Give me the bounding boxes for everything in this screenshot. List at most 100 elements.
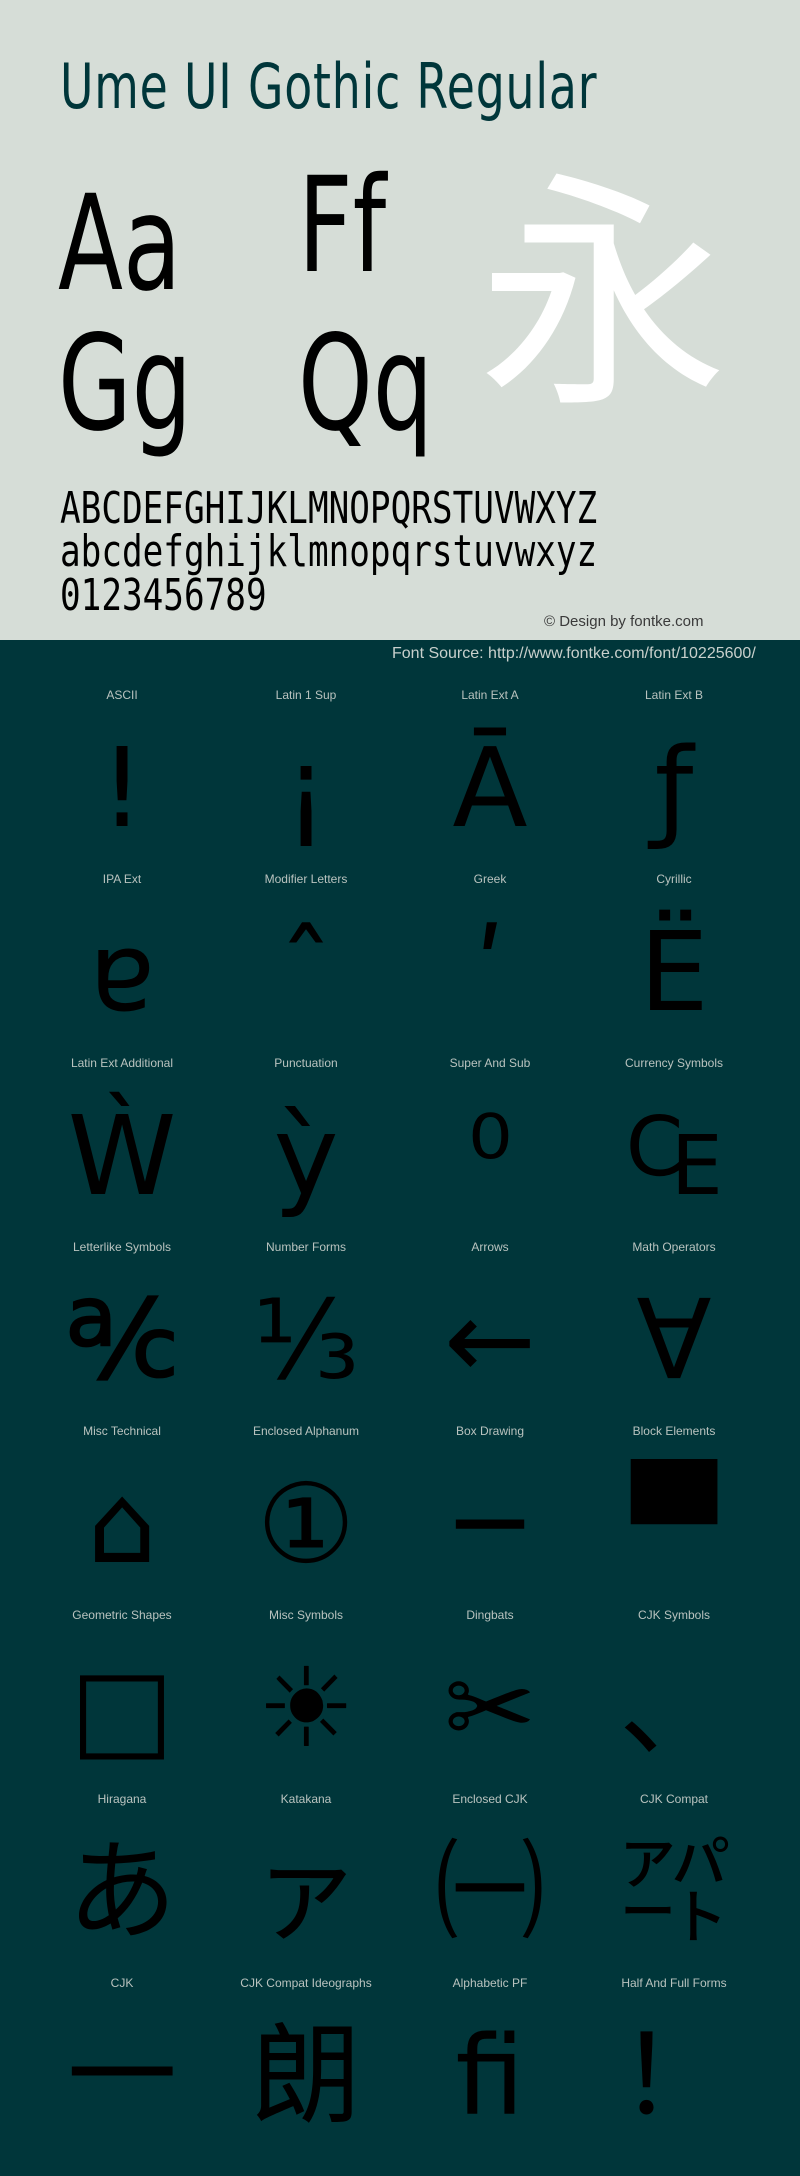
block-label: Misc Technical — [83, 1424, 161, 1438]
digits: 0123456789 — [60, 570, 267, 621]
font-title: Ume UI Gothic Regular — [60, 50, 598, 123]
block-label: CJK Symbols — [637, 1608, 711, 1622]
block-label: Latin Ext Additional — [70, 1056, 174, 1070]
block-label: CJK Compat — [639, 1792, 709, 1806]
unicode-block-cell: Box Drawing ─ — [398, 1420, 582, 1604]
unicode-block-cell: Half And Full Forms ！ — [582, 1972, 766, 2156]
block-sample-glyph: ﬁ — [455, 2012, 525, 2140]
unicode-block-cell: Letterlike Symbols ℀ — [30, 1236, 214, 1420]
unicode-block-grid: ASCII! Latin 1 Sup ¡ Latin Ext A Ā Latin Ext … — [30, 684, 766, 2156]
block-label: CJK Compat Ideographs — [240, 1976, 372, 1990]
block-sample-glyph: 、 — [619, 1644, 729, 1772]
block-sample-glyph: ！ — [619, 2012, 729, 2140]
block-sample-glyph: Ё — [639, 908, 709, 1036]
block-sample-glyph: ㈠ — [435, 1828, 545, 1956]
block-label: Latin 1 Sup — [275, 688, 337, 702]
unicode-block-cell: Block Elements ▀ — [582, 1420, 766, 1604]
block-sample-glyph: ỳ — [273, 1092, 339, 1220]
unicode-block-cell: Cyrillic Ё — [582, 868, 766, 1052]
block-sample-glyph: ƒ — [654, 724, 694, 852]
block-sample-glyph: ¡ — [283, 724, 329, 852]
block-label: Dingbats — [466, 1608, 514, 1622]
unicode-block-cell: Katakana ァ — [214, 1788, 398, 1972]
lowercase-alphabet: abcdefghijklmnopqrstuvwxyz — [60, 526, 598, 577]
block-sample-glyph: ✂ — [443, 1644, 537, 1772]
block-sample-glyph: ─ — [456, 1460, 524, 1588]
unicode-block-cell: Number Forms ⅓ — [214, 1236, 398, 1420]
unicode-block-cell: Enclosed CJK ㈠ — [398, 1788, 582, 1972]
block-label: Modifier Letters — [264, 872, 348, 886]
block-label: Currency Symbols — [624, 1056, 724, 1070]
block-sample-glyph: ℀ — [65, 1276, 179, 1404]
block-label: Enclosed Alphanum — [252, 1424, 360, 1438]
block-label: Katakana — [280, 1792, 332, 1806]
block-label: Half And Full Forms — [621, 1976, 727, 1990]
unicode-block-cell: CJK 一 — [30, 1972, 214, 2156]
block-sample-glyph: ▀ — [631, 1460, 717, 1588]
unicode-block-cell: Misc Technical ⌂ — [30, 1420, 214, 1604]
block-sample-glyph: ɐ — [88, 908, 155, 1036]
unicode-block-cell: Currency Symbols ₠ — [582, 1052, 766, 1236]
specimen-header: Ume UI Gothic Regular Aa Ff Gg Qq 永 ABCD… — [0, 0, 800, 640]
block-sample-glyph: ₠ — [625, 1092, 723, 1220]
block-label: Letterlike Symbols — [72, 1240, 172, 1254]
block-sample-glyph: ∀ — [636, 1276, 712, 1404]
unicode-block-cell: Super And Sub ⁰ — [398, 1052, 582, 1236]
block-label: Latin Ext B — [644, 688, 704, 702]
specimen-pair-aa: Aa — [58, 167, 182, 321]
block-sample-glyph: あ — [67, 1828, 177, 1956]
unicode-block-cell: Alphabetic PF ﬁ — [398, 1972, 582, 2156]
unicode-block-cell: Dingbats ✂ — [398, 1604, 582, 1788]
block-sample-glyph: ⅓ — [252, 1276, 360, 1404]
block-sample-glyph: ☀ — [256, 1644, 356, 1772]
block-sample-glyph: 一 — [67, 2012, 177, 2140]
unicode-block-cell: Latin Ext Additional Ẁ — [30, 1052, 214, 1236]
block-sample-glyph: ⌂ — [87, 1460, 157, 1588]
specimen-pair-gg: Gg — [58, 307, 192, 461]
block-label: Hiragana — [97, 1792, 147, 1806]
block-label: Super And Sub — [449, 1056, 531, 1070]
block-label: Cyrillic — [656, 872, 692, 886]
uppercase-alphabet: ABCDEFGHIJKLMNOPQRSTUVWXYZ — [60, 483, 598, 534]
design-credit: © Design by fontke.com — [544, 613, 704, 630]
block-label: Alphabetic PF — [452, 1976, 528, 1990]
block-sample-glyph: Ẁ — [67, 1092, 177, 1220]
block-sample-glyph: Ā — [452, 724, 528, 852]
unicode-block-cell: Misc Symbols ☀ — [214, 1604, 398, 1788]
specimen-pair-ff: Ff — [298, 149, 387, 303]
block-label: Latin Ext A — [461, 688, 519, 702]
block-label: Arrows — [471, 1240, 509, 1254]
block-label: Enclosed CJK — [452, 1792, 528, 1806]
unicode-block-cell: Latin Ext A Ā — [398, 684, 582, 868]
unicode-block-cell: Math Operators ∀ — [582, 1236, 766, 1420]
block-label: Box Drawing — [455, 1424, 525, 1438]
unicode-block-cell: CJK Compat Ideographs 朗 — [214, 1972, 398, 2156]
unicode-block-cell: CJK Compat ㌀ — [582, 1788, 766, 1972]
font-source-link[interactable]: Font Source: http://www.fontke.com/font/… — [392, 645, 756, 663]
block-label: Math Operators — [632, 1240, 716, 1254]
block-sample-glyph: ʹ — [474, 908, 506, 1036]
specimen-kanji: 永 — [478, 151, 728, 442]
block-label: CJK — [110, 1976, 134, 1990]
block-sample-glyph: ァ — [251, 1828, 361, 1956]
block-sample-glyph: ㌀ — [619, 1828, 729, 1956]
specimen-pair-qq: Qq — [298, 307, 434, 461]
block-sample-glyph: □ — [70, 1644, 174, 1772]
block-label: Greek — [473, 872, 507, 886]
unicode-block-cell: Enclosed Alphanum ① — [214, 1420, 398, 1604]
unicode-block-cell: IPA Ext ɐ — [30, 868, 214, 1052]
block-label: Punctuation — [274, 1056, 338, 1070]
block-label: Block Elements — [632, 1424, 716, 1438]
block-sample-glyph: ˆ — [278, 908, 334, 1036]
block-label: Geometric Shapes — [72, 1608, 172, 1622]
unicode-block-cell: Modifier Letters ˆ — [214, 868, 398, 1052]
unicode-block-cell: Greek ʹ — [398, 868, 582, 1052]
unicode-block-cell: CJK Symbols 、 — [582, 1604, 766, 1788]
unicode-block-cell: Latin 1 Sup ¡ — [214, 684, 398, 868]
block-sample-glyph: 朗 — [251, 2012, 361, 2140]
block-label: IPA Ext — [102, 872, 142, 886]
block-sample-glyph: ⁰ — [467, 1092, 513, 1220]
unicode-block-cell: Latin Ext B ƒ — [582, 684, 766, 868]
block-sample-glyph: ← — [443, 1276, 537, 1404]
block-sample-glyph: ① — [256, 1460, 356, 1588]
